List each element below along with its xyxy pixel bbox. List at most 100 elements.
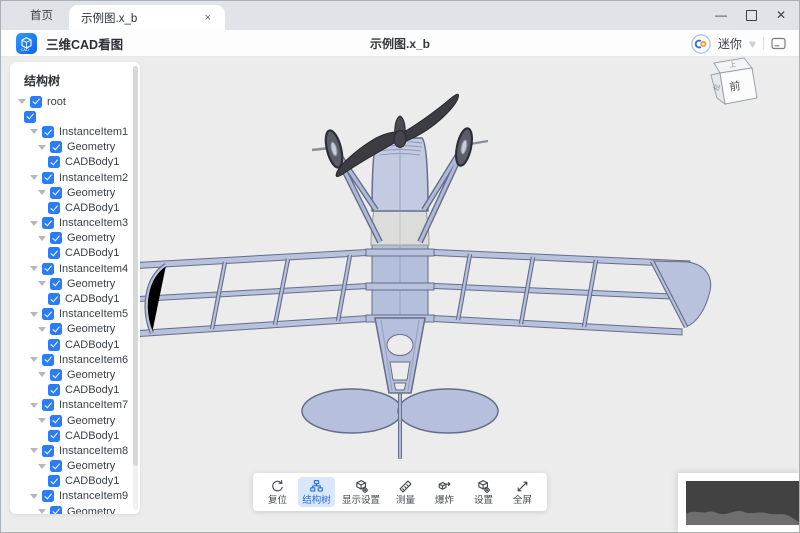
tree-item-label[interactable]: InstanceItem3: [59, 217, 128, 229]
tree-scrollbar-thumb[interactable]: [133, 66, 138, 466]
caret-down-icon[interactable]: [38, 327, 46, 332]
checkbox-checked-icon[interactable]: [48, 475, 60, 487]
caret-down-icon[interactable]: [38, 281, 46, 286]
checkbox-checked-icon[interactable]: [42, 172, 54, 184]
tree-item-Geometry[interactable]: Geometry: [10, 459, 140, 474]
checkbox-checked-icon[interactable]: [50, 369, 62, 381]
tree-item-InstanceItem7[interactable]: InstanceItem7: [10, 398, 140, 413]
tree-item-label[interactable]: InstanceItem5: [59, 308, 128, 320]
caret-down-icon[interactable]: [38, 464, 46, 469]
tree-item-Geometry[interactable]: Geometry: [10, 413, 140, 428]
checkbox-checked-icon[interactable]: [50, 323, 62, 335]
tree-item-Geometry[interactable]: Geometry: [10, 367, 140, 382]
checkbox-checked-icon[interactable]: [48, 293, 60, 305]
tree-item-CADBody1[interactable]: CADBody1: [10, 246, 140, 261]
tree-item-label[interactable]: CADBody1: [65, 247, 119, 259]
display-settings-button[interactable]: 显示设置: [337, 477, 385, 507]
checkbox-checked-icon[interactable]: [42, 354, 54, 366]
tab-home[interactable]: 首页: [14, 0, 69, 30]
tree-item-InstanceItem3[interactable]: InstanceItem3: [10, 216, 140, 231]
tree-item-label[interactable]: root: [47, 96, 66, 108]
checkbox-checked-icon[interactable]: [50, 506, 62, 514]
favorite-heart-icon[interactable]: ♥: [749, 38, 756, 50]
caret-down-icon[interactable]: [30, 403, 38, 408]
checkbox-checked-icon[interactable]: [48, 156, 60, 168]
tree-item-label[interactable]: CADBody1: [65, 293, 119, 305]
checkbox-checked-icon[interactable]: [50, 460, 62, 472]
tree-item-root[interactable]: root: [10, 94, 140, 109]
tree-item-CADBody1[interactable]: CADBody1: [10, 155, 140, 170]
tree-item-label[interactable]: InstanceItem6: [59, 354, 128, 366]
tree-item-label[interactable]: CADBody1: [65, 475, 119, 487]
caret-down-icon[interactable]: [30, 266, 38, 271]
tree-item-label[interactable]: InstanceItem8: [59, 445, 128, 457]
tree-item-label[interactable]: CADBody1: [65, 202, 119, 214]
caret-down-icon[interactable]: [38, 372, 46, 377]
mini-mode-label[interactable]: 迷你: [718, 35, 742, 52]
tree-item-label[interactable]: CADBody1: [65, 430, 119, 442]
tree-item-CADBody1[interactable]: CADBody1: [10, 383, 140, 398]
caret-down-icon[interactable]: [38, 509, 46, 514]
checkbox-checked-icon[interactable]: [42, 217, 54, 229]
checkbox-checked-icon[interactable]: [50, 278, 62, 290]
tray-window-icon[interactable]: [771, 37, 786, 50]
tree-item-label[interactable]: Geometry: [67, 323, 115, 335]
structure-tree-button[interactable]: 结构树: [298, 477, 335, 507]
tree-item-label[interactable]: CADBody1: [65, 384, 119, 396]
close-button[interactable]: ✕: [766, 0, 796, 30]
caret-down-icon[interactable]: [38, 236, 46, 241]
tab-close-icon[interactable]: ×: [203, 12, 213, 24]
settings-button[interactable]: 设置: [465, 477, 502, 507]
tree-item-InstanceItem5[interactable]: InstanceItem5: [10, 307, 140, 322]
caret-down-icon[interactable]: [30, 494, 38, 499]
tree-item-InstanceItem8[interactable]: InstanceItem8: [10, 443, 140, 458]
caret-down-icon[interactable]: [30, 448, 38, 453]
checkbox-checked-icon[interactable]: [50, 232, 62, 244]
tree-item-label[interactable]: Geometry: [67, 187, 115, 199]
checkbox-checked-icon[interactable]: [42, 308, 54, 320]
tree-item-label[interactable]: CADBody1: [65, 156, 119, 168]
maximize-button[interactable]: [736, 0, 766, 30]
tree-item-InstanceItem2[interactable]: InstanceItem2: [10, 170, 140, 185]
reset-button[interactable]: 复位: [259, 477, 296, 507]
checkbox-checked-icon[interactable]: [50, 415, 62, 427]
tree-item-InstanceItem1[interactable]: InstanceItem1: [10, 124, 140, 139]
checkbox-checked-icon[interactable]: [50, 187, 62, 199]
explode-button[interactable]: 爆炸: [426, 477, 463, 507]
tree-item-CADBody1[interactable]: CADBody1: [10, 337, 140, 352]
view-cube[interactable]: 前 左 上: [696, 53, 772, 115]
checkbox-checked-icon[interactable]: [42, 399, 54, 411]
caret-down-icon[interactable]: [38, 145, 46, 150]
checkbox-checked-icon[interactable]: [48, 247, 60, 259]
tree-item-label[interactable]: Geometry: [67, 460, 115, 472]
tree-item-CADBody1[interactable]: CADBody1: [10, 428, 140, 443]
tree-item-label[interactable]: Geometry: [67, 415, 115, 427]
caret-down-icon[interactable]: [38, 190, 46, 195]
tree-item-Geometry[interactable]: Geometry: [10, 185, 140, 200]
tree-item-label[interactable]: InstanceItem4: [59, 263, 128, 275]
tree-item-CADBody1[interactable]: CADBody1: [10, 291, 140, 306]
caret-down-icon[interactable]: [30, 129, 38, 134]
checkbox-checked-icon[interactable]: [24, 111, 36, 123]
tree-scrollbar[interactable]: [133, 66, 138, 510]
tree-item-InstanceItem6[interactable]: InstanceItem6: [10, 352, 140, 367]
caret-down-icon[interactable]: [18, 99, 26, 104]
tree-item-InstanceItem9[interactable]: InstanceItem9: [10, 489, 140, 504]
checkbox-checked-icon[interactable]: [42, 126, 54, 138]
tree-item-label[interactable]: InstanceItem9: [59, 490, 128, 502]
tree-item-label[interactable]: Geometry: [67, 506, 115, 514]
tree-item-Geometry[interactable]: Geometry: [10, 322, 140, 337]
checkbox-checked-icon[interactable]: [42, 445, 54, 457]
tree-item-label[interactable]: InstanceItem1: [59, 126, 128, 138]
corner-overlay-card[interactable]: [678, 473, 800, 533]
tree-item-Geometry[interactable]: Geometry: [10, 140, 140, 155]
tree-item-CADBody1[interactable]: CADBody1: [10, 200, 140, 215]
checkbox-checked-icon[interactable]: [50, 141, 62, 153]
tree-item-label[interactable]: InstanceItem2: [59, 172, 128, 184]
checkbox-checked-icon[interactable]: [42, 490, 54, 502]
checkbox-checked-icon[interactable]: [48, 339, 60, 351]
tree-item-InstanceItem4[interactable]: InstanceItem4: [10, 261, 140, 276]
tab-document[interactable]: 示例图.x_b ×: [69, 5, 225, 30]
tree-item-CADBody1[interactable]: CADBody1: [10, 474, 140, 489]
tree-item-label[interactable]: Geometry: [67, 232, 115, 244]
